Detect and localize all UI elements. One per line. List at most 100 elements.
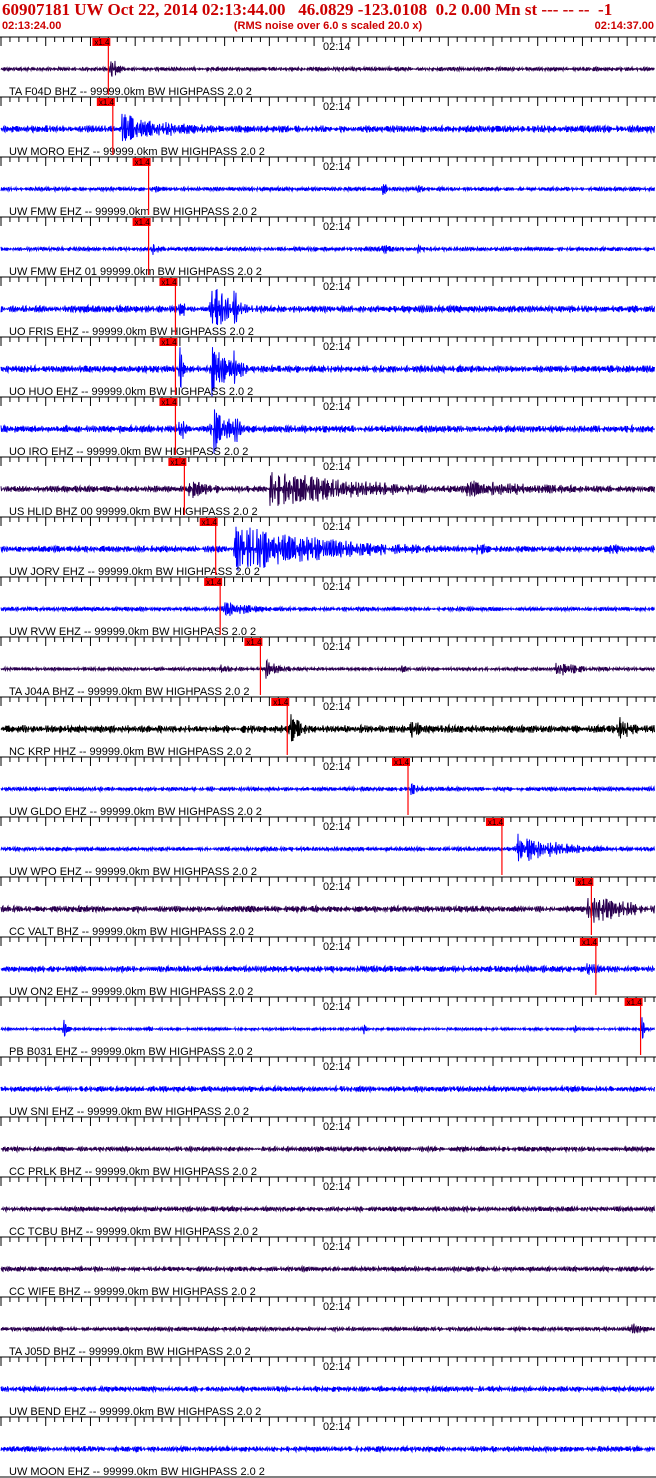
- trace-8: 02:14 UW JORV EHZ -- 99999.0km BW HIGHPAS…: [0, 516, 656, 578]
- waveform: [0, 1444, 655, 1454]
- waveform: [0, 1084, 655, 1094]
- time-tick-label: 02:14: [323, 41, 351, 53]
- pick-label: x1.4: [488, 818, 504, 827]
- waveform: [0, 1017, 655, 1039]
- station-label: CC TCBU BHZ -- 99999.0km BW HIGHPASS 2.0…: [9, 1226, 258, 1238]
- waveform: [0, 1204, 655, 1214]
- pick-label: x1.4: [202, 518, 218, 527]
- trace-0: 02:14 TA F04D BHZ -- 99999.0km BW HIGHPAS…: [0, 36, 656, 98]
- station-label: CC WIFE BHZ -- 99999.0km BW HIGHPASS 2.0…: [9, 1286, 256, 1298]
- waveform: [0, 113, 655, 142]
- trace-19: 02:14 CC TCBU BHZ -- 99999.0km BW HIGHPAS…: [0, 1176, 656, 1238]
- waveform: [0, 897, 655, 923]
- station-label: UW RVW EHZ -- 99999.0km BW HIGHPASS 2.0 …: [9, 626, 256, 638]
- time-tick-label: 02:14: [323, 221, 351, 233]
- pick-label: x1.4: [394, 758, 410, 767]
- station-label: UW MORO EHZ -- 99999.0km BW HIGHPASS 2.0…: [9, 146, 265, 158]
- station-label: UO HUO EHZ -- 99999.0km BW HIGHPASS 2.0 …: [9, 386, 253, 398]
- time-tick-label: 02:14: [323, 581, 351, 593]
- time-tick-label: 02:14: [323, 341, 351, 353]
- trace-11: 02:14 NC KRP HHZ -- 99999.0km BW HIGHPASS…: [0, 696, 656, 758]
- station-label: UW WPO EHZ -- 99999.0km BW HIGHPASS 2.0 …: [9, 866, 257, 878]
- time-tick-label: 02:14: [323, 1181, 351, 1193]
- time-tick-label: 02:14: [323, 821, 351, 833]
- time-tick-label: 02:14: [323, 1061, 351, 1073]
- pick-label: x1.4: [135, 218, 151, 227]
- waveform: [0, 184, 655, 195]
- station-label: UW BEND EHZ -- 99999.0km BW HIGHPASS 2.0…: [9, 1406, 261, 1418]
- waveform: [0, 1323, 655, 1334]
- station-label: UW MOON EHZ -- 99999.0km BW HIGHPASS 2.0…: [9, 1466, 265, 1478]
- trace-1: 02:14 UW MORO EHZ -- 99999.0km BW HIGHPAS…: [0, 96, 656, 158]
- time-tick-label: 02:14: [323, 941, 351, 953]
- station-label: UO FRIS EHZ -- 99999.0km BW HIGHPASS 2.0…: [9, 326, 254, 338]
- station-label: UW JORV EHZ -- 99999.0km BW HIGHPASS 2.0…: [9, 566, 260, 578]
- pick-label: x1.4: [161, 338, 177, 347]
- time-tick-label: 02:14: [323, 401, 351, 413]
- station-label: UW SNI EHZ -- 99999.0km BW HIGHPASS 2.0 …: [9, 1106, 249, 1118]
- pick-label: x1.4: [246, 638, 262, 647]
- trace-18: 02:14 CC PRLK BHZ -- 99999.0km BW HIGHPAS…: [0, 1116, 656, 1178]
- waveform: [0, 963, 655, 975]
- time-tick-label: 02:14: [323, 1001, 351, 1013]
- time-tick-label: 02:14: [323, 521, 351, 533]
- trace-7: 02:14 US HLID BHZ 00 99999.0km BW HIGHPAS…: [0, 456, 656, 518]
- station-label: UW FMW EHZ 01 99999.0km BW HIGHPASS 2.0 …: [9, 266, 262, 278]
- station-label: UO IRO EHZ -- 99999.0km BW HIGHPASS 2.0 …: [9, 446, 248, 458]
- station-label: TA F04D BHZ -- 99999.0km BW HIGHPASS 2.0…: [9, 86, 252, 98]
- trace-16: 02:14 PB B031 EHZ -- 99999.0km BW HIGHPAS…: [0, 996, 656, 1058]
- trace-4: 02:14 UO FRIS EHZ -- 99999.0km BW HIGHPAS…: [0, 276, 656, 338]
- pick-label: x1.4: [627, 998, 643, 1007]
- station-label: UW GLDO EHZ -- 99999.0km BW HIGHPASS 2.0…: [9, 806, 262, 818]
- time-tick-label: 02:14: [323, 101, 351, 113]
- station-label: CC VALT BHZ -- 99999.0km BW HIGHPASS 2.0…: [9, 926, 254, 938]
- pick-label: x1.4: [161, 398, 177, 407]
- trace-13: 02:14 UW WPO EHZ -- 99999.0km BW HIGHPASS…: [0, 816, 656, 878]
- pick-label: x1.4: [135, 158, 151, 167]
- pick-label: x1.4: [273, 698, 289, 707]
- pick-label: x1.4: [206, 578, 222, 587]
- pick-label: x1.4: [582, 938, 598, 947]
- waveform: [0, 1144, 655, 1154]
- trace-14: 02:14 CC VALT BHZ -- 99999.0km BW HIGHPAS…: [0, 876, 656, 938]
- waveform: [0, 1264, 655, 1274]
- station-label: TA J04A BHZ -- 99999.0km BW HIGHPASS 2.0…: [9, 686, 249, 698]
- seismogram-plot: 02:14 TA F04D BHZ -- 99999.0km BW HIGHPAS…: [0, 36, 656, 1478]
- pick-label: x1.4: [94, 38, 110, 47]
- station-label: PB B031 EHZ -- 99999.0km BW HIGHPASS 2.0…: [9, 1046, 253, 1058]
- trace-2: 02:14 UW FMW EHZ -- 99999.0km BW HIGHPASS…: [0, 156, 656, 218]
- pick-label: x1.4: [99, 98, 115, 107]
- waveform: [0, 472, 655, 506]
- station-label: TA J05D BHZ -- 99999.0km BW HIGHPASS 2.0…: [9, 1346, 251, 1358]
- time-tick-label: 02:14: [323, 761, 351, 773]
- waveform: [0, 288, 655, 326]
- time-tick-label: 02:14: [323, 1121, 351, 1133]
- waveform: [0, 714, 655, 742]
- time-tick-label: 02:14: [323, 701, 351, 713]
- time-tick-label: 02:14: [323, 461, 351, 473]
- trace-23: 02:14 UW MOON EHZ -- 99999.0km BW HIGHPAS…: [0, 1416, 656, 1478]
- waveform: [0, 1384, 655, 1394]
- trace-9: 02:14 UW RVW EHZ -- 99999.0km BW HIGHPASS…: [0, 576, 656, 638]
- pick-label: x1.4: [577, 878, 593, 887]
- trace-15: 02:14 UW ON2 EHZ -- 99999.0km BW HIGHPASS…: [0, 936, 656, 998]
- time-tick-label: 02:14: [323, 1301, 351, 1313]
- trace-20: 02:14 CC WIFE BHZ -- 99999.0km BW HIGHPAS…: [0, 1236, 656, 1298]
- time-tick-label: 02:14: [323, 1421, 351, 1433]
- station-label: UW ON2 EHZ -- 99999.0km BW HIGHPASS 2.0 …: [9, 986, 253, 998]
- station-label: US HLID BHZ 00 99999.0km BW HIGHPASS 2.0…: [9, 506, 258, 518]
- station-label: NC KRP HHZ -- 99999.0km BW HIGHPASS 2.0 …: [9, 746, 251, 758]
- time-tick-label: 02:14: [323, 881, 351, 893]
- waveform: [0, 60, 655, 77]
- time-tick-label: 02:14: [323, 641, 351, 653]
- waveform: [0, 658, 655, 679]
- waveform: [0, 243, 655, 255]
- trace-21: 02:14 TA J05D BHZ -- 99999.0km BW HIGHPAS…: [0, 1296, 656, 1358]
- time-tick-label: 02:14: [323, 1361, 351, 1373]
- waveform: [0, 833, 655, 862]
- pick-label: x1.4: [170, 458, 186, 467]
- trace-22: 02:14 UW BEND EHZ -- 99999.0km BW HIGHPAS…: [0, 1356, 656, 1418]
- trace-10: 02:14 TA J04A BHZ -- 99999.0km BW HIGHPAS…: [0, 636, 656, 698]
- waveform: [0, 526, 655, 571]
- waveform: [0, 601, 655, 616]
